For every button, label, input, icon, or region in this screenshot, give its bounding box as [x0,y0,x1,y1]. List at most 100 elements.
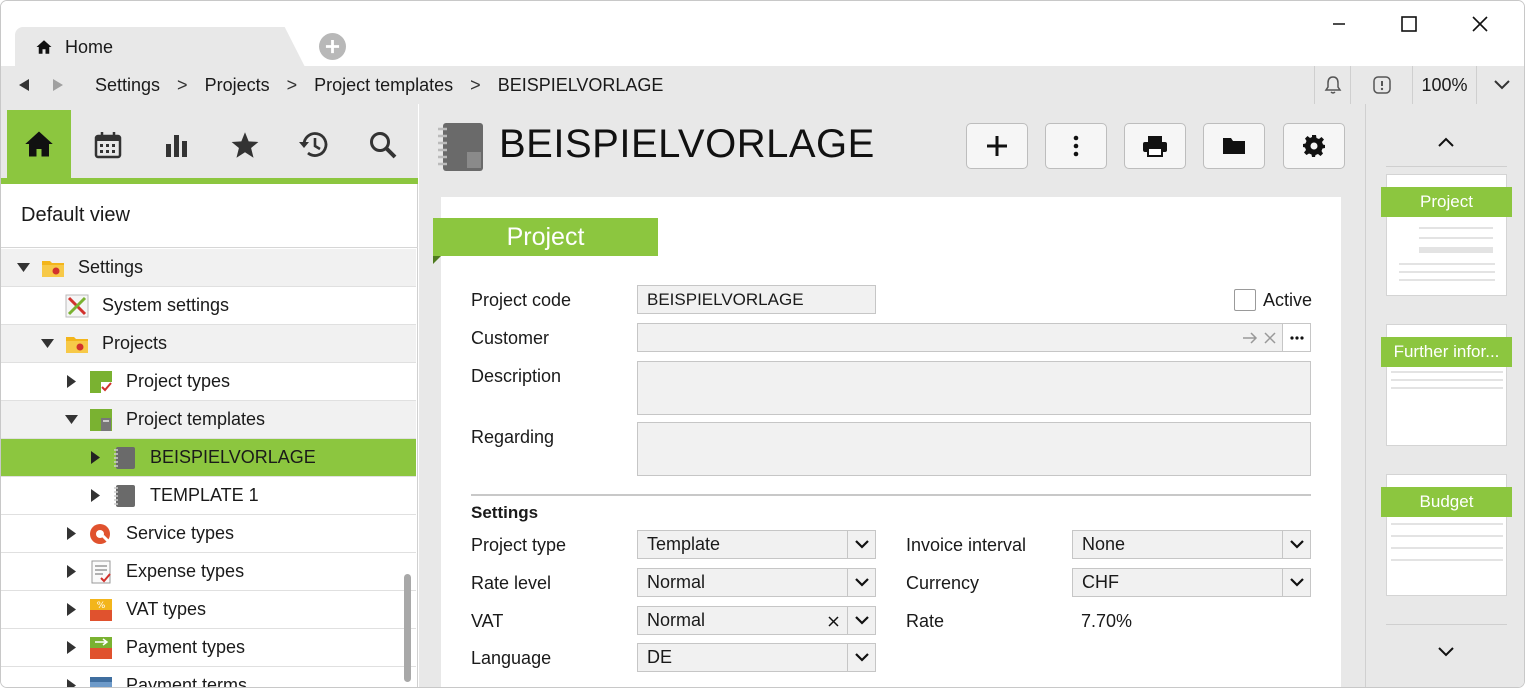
tree-item-service-types[interactable]: Service types [1,515,416,553]
currency-select[interactable]: CHF [1072,568,1311,597]
section-tab-project[interactable]: Project [433,218,658,264]
chevron-up-icon[interactable] [1436,132,1456,152]
breadcrumb-projects[interactable]: Projects [205,75,270,96]
chevron-down-icon[interactable] [847,644,875,671]
chevron-down-icon[interactable] [847,531,875,558]
notebook-icon [438,123,483,171]
breadcrumb-settings[interactable]: Settings [95,75,160,96]
collapsed-caret-icon[interactable] [88,451,102,465]
alert-icon[interactable] [1350,66,1412,104]
tree-item-beispielvorlage[interactable]: BEISPIELVORLAGE [1,439,416,477]
clear-icon[interactable] [828,616,839,627]
tree-item-project-types[interactable]: Project types [1,363,416,401]
invoice-interval-label: Invoice interval [906,535,1027,555]
add-button[interactable] [966,123,1028,169]
folder-icon [1223,138,1245,154]
regarding-field[interactable] [637,422,1311,476]
expanded-caret-icon[interactable] [64,413,78,427]
tree-label: BEISPIELVORLAGE [150,447,316,467]
collapsed-caret-icon[interactable] [64,565,78,579]
vat-select[interactable]: Normal [637,606,876,635]
home-icon[interactable] [7,110,71,178]
language-select[interactable]: DE [637,643,876,672]
active-label: Active [1263,290,1313,310]
expanded-caret-icon[interactable] [40,337,54,351]
app-window: Home Settings > Projects > Project templ… [0,0,1525,688]
rate-value: 7.70% [1081,611,1133,631]
rate-label: Rate [906,611,945,631]
sidebar-scrollbar[interactable] [404,574,411,682]
expanded-caret-icon[interactable] [16,261,30,275]
collapsed-caret-icon[interactable] [88,489,102,503]
add-icon [987,136,1007,156]
tree-item-project-templates[interactable]: Project templates [1,401,416,439]
payment-terms-icon [90,676,112,687]
tree-label: System settings [102,295,230,315]
folder-button[interactable] [1203,123,1265,169]
collapsed-caret-icon[interactable] [64,679,78,687]
calendar-icon[interactable] [76,112,140,178]
tree-item-system-settings[interactable]: System settings [1,287,416,325]
customer-field[interactable] [637,323,1311,352]
payment-types-icon [90,636,112,659]
close-icon[interactable] [1458,9,1502,39]
tree-item-payment-types[interactable]: Payment types [1,629,416,667]
chart-icon[interactable] [145,112,209,178]
chevron-down-icon[interactable] [847,569,875,596]
tree-item-template-1[interactable]: TEMPLATE 1 [1,477,416,515]
thumbnail-project[interactable]: Project [1381,174,1512,296]
back-icon[interactable] [7,66,41,104]
folder-projects-icon [66,336,88,353]
svg-text:%: % [97,601,106,611]
tree-item-projects[interactable]: Projects [1,325,416,363]
chevron-down-icon[interactable] [1476,66,1524,104]
search-icon[interactable] [351,112,415,178]
history-icon[interactable] [282,112,346,178]
active-checkbox[interactable] [1234,289,1256,311]
ellipsis-icon[interactable] [1282,324,1310,351]
star-icon[interactable] [213,112,277,178]
collapsed-caret-icon[interactable] [64,641,78,655]
thumbnail-label: Budget [1381,487,1512,517]
arrow-right-icon[interactable] [1242,332,1258,344]
minimize-icon[interactable] [1317,9,1361,39]
description-field[interactable] [637,361,1311,415]
tree-item-expense-types[interactable]: Expense types [1,553,416,591]
sidebar: Default view Settings System settings Pr… [1,104,418,687]
tab-home[interactable]: Home [15,27,305,67]
collapsed-caret-icon[interactable] [64,527,78,541]
tree-item-settings[interactable]: Settings [1,249,416,287]
regarding-label: Regarding [471,427,555,447]
project-type-select[interactable]: Template [637,530,876,559]
collapsed-caret-icon[interactable] [64,375,78,389]
invoice-interval-select[interactable]: None [1072,530,1311,559]
default-view-label[interactable]: Default view [1,184,418,248]
thumbnail-further-information[interactable]: Further infor... [1381,324,1512,446]
plus-circle-icon[interactable] [319,33,346,60]
notebook-icon [114,446,135,469]
thumbnail-budget[interactable]: Budget [1381,474,1512,596]
project-code-field[interactable]: BEISPIELVORLAGE [637,285,876,314]
chevron-down-icon[interactable] [1282,569,1310,596]
clear-icon[interactable] [1264,332,1276,344]
settings-button[interactable] [1283,123,1345,169]
tree-item-vat-types[interactable]: % VAT types [1,591,416,629]
zoom-level[interactable]: 100% [1412,66,1476,104]
tab-label: Home [65,36,114,57]
forward-icon[interactable] [41,66,75,104]
rate-level-select[interactable]: Normal [637,568,876,597]
tree-item-payment-terms[interactable]: Payment terms [1,667,416,687]
breadcrumb-project-templates[interactable]: Project templates [314,75,453,96]
language-label: Language [471,648,552,668]
print-button[interactable] [1124,123,1186,169]
chevron-down-icon[interactable] [1282,531,1310,558]
collapsed-caret-icon[interactable] [64,603,78,617]
vat-value: Normal [647,610,706,630]
breadcrumb-separator: > [177,74,188,95]
maximize-icon[interactable] [1387,9,1431,39]
breadcrumb-separator: > [286,74,298,95]
chevron-down-icon[interactable] [1436,642,1456,662]
bell-icon[interactable] [1314,66,1350,104]
chevron-down-icon[interactable] [847,607,875,634]
more-button[interactable] [1045,123,1107,169]
